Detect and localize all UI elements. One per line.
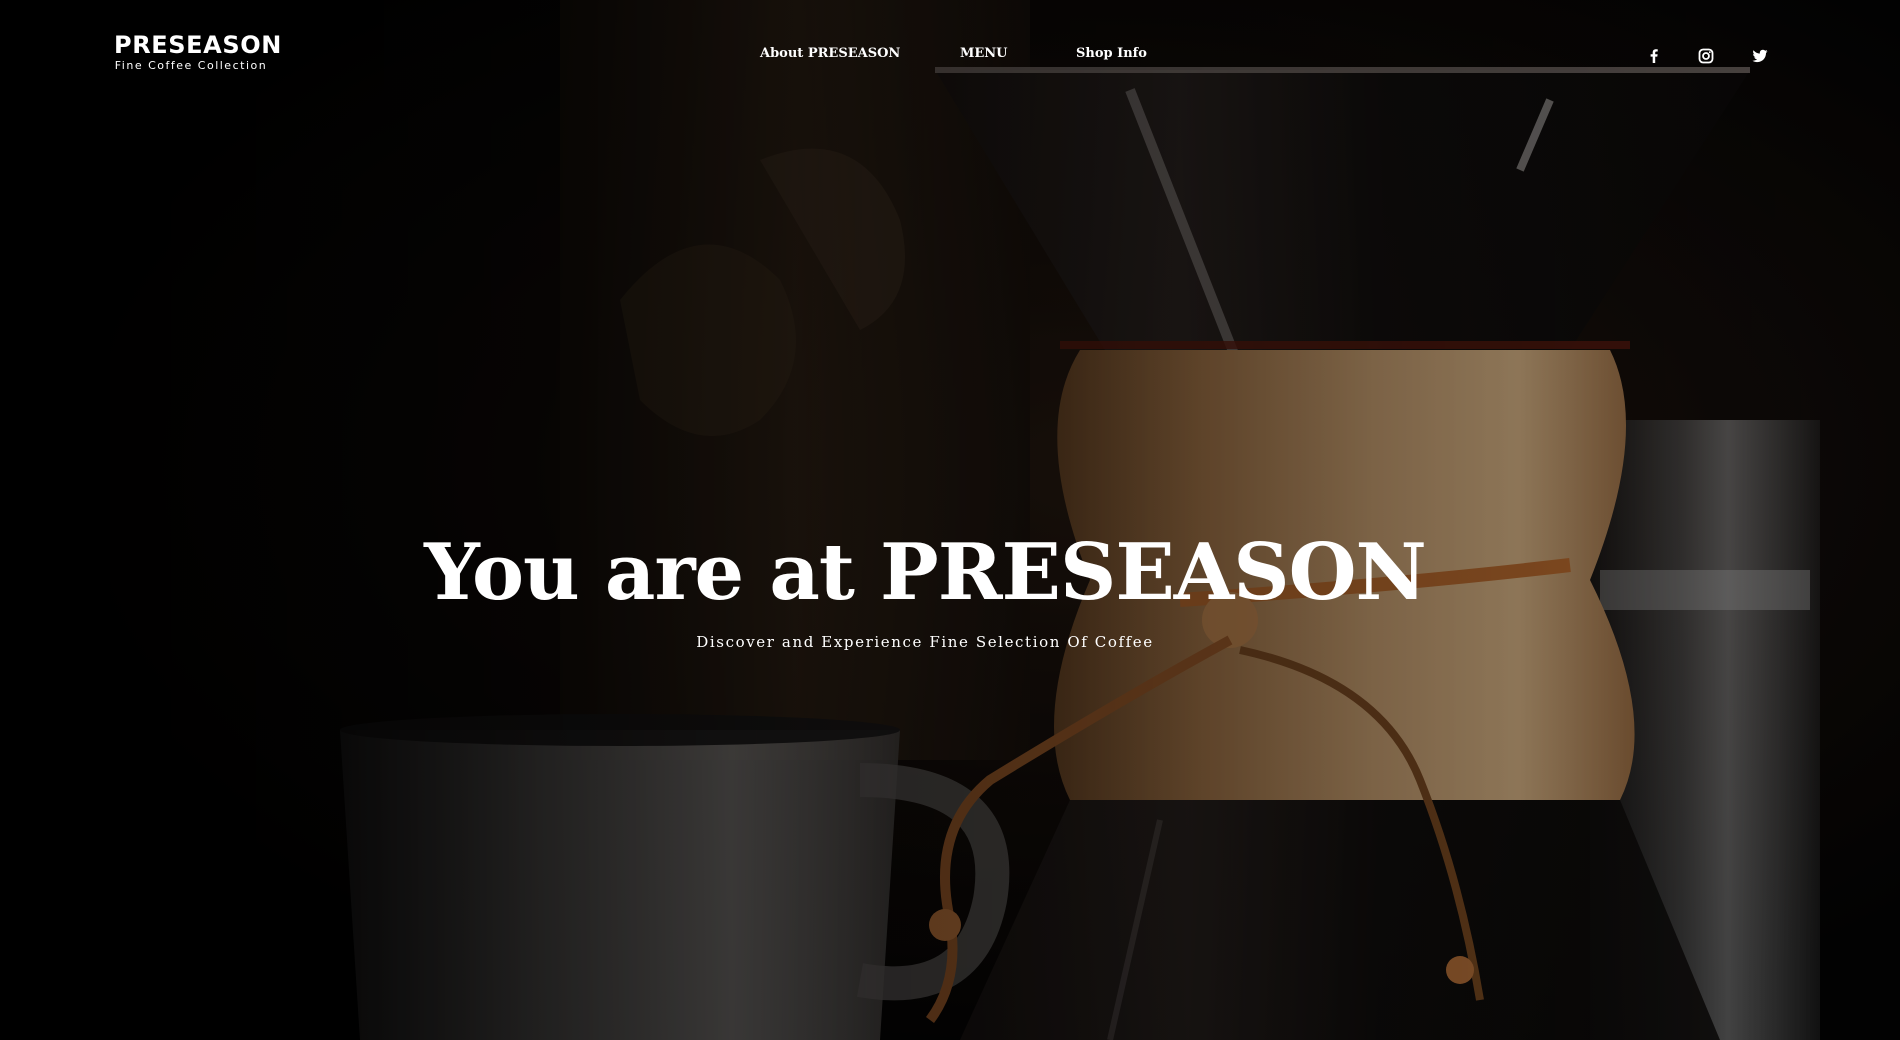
nav-about[interactable]: About PRESEASON [760, 46, 900, 61]
hero-background [0, 0, 1900, 1040]
hero-content: You are at PRESEASON Discover and Experi… [0, 528, 1900, 652]
social-links [1644, 46, 1774, 66]
brand-subtitle: Fine Coffee Collection [114, 59, 268, 72]
brand-logo[interactable]: PRESEASON Fine Coffee Collection [114, 31, 282, 73]
hero-image [0, 0, 1900, 1040]
brand-title: PRESEASON [114, 31, 282, 59]
nav-shop-info[interactable]: Shop Info [1076, 46, 1147, 61]
nav-menu[interactable]: MENU [960, 46, 1008, 61]
twitter-icon[interactable] [1750, 46, 1770, 66]
instagram-icon[interactable] [1696, 46, 1716, 66]
hero-title: You are at PRESEASON [424, 527, 1427, 618]
hero-subtitle: Discover and Experience Fine Selection O… [696, 633, 1154, 651]
facebook-icon[interactable] [1644, 46, 1664, 66]
